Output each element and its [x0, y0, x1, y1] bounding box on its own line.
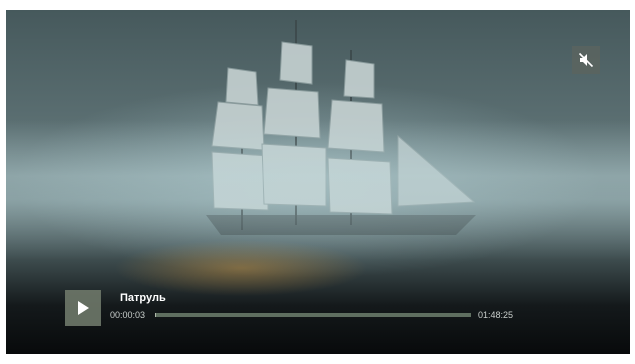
- current-time: 00:00:03: [110, 310, 146, 320]
- progress-bar[interactable]: [155, 313, 471, 317]
- video-title: Патруль: [120, 292, 166, 304]
- video-player[interactable]: Патруль 00:00:03 01:48:25: [6, 10, 630, 354]
- fog-overlay: [6, 120, 630, 260]
- play-button[interactable]: [65, 290, 101, 326]
- volume-muted-icon: [578, 52, 594, 68]
- mute-button[interactable]: [572, 46, 600, 74]
- total-time: 01:48:25: [478, 310, 514, 320]
- play-icon: [78, 301, 89, 315]
- player-controls: Патруль 00:00:03 01:48:25: [6, 280, 630, 354]
